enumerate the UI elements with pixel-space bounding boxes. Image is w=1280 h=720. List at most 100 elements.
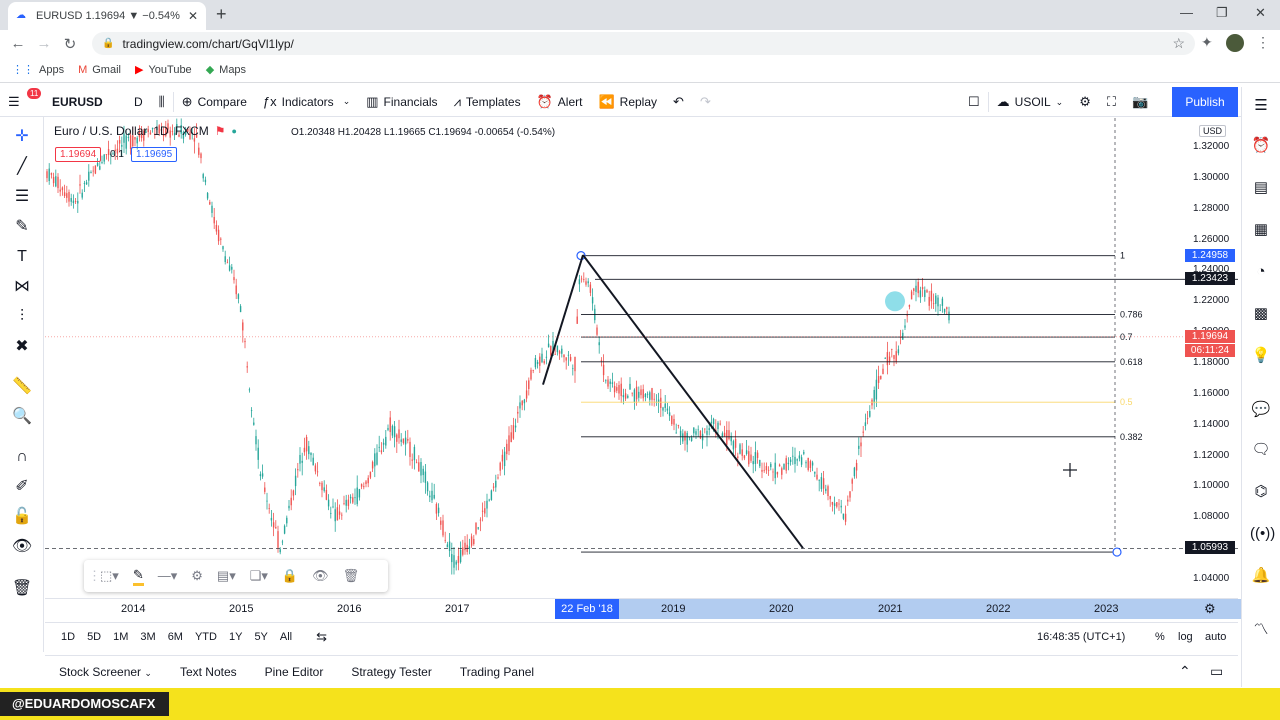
- pattern-tool-icon[interactable]: ⋈: [10, 275, 34, 299]
- trash-icon[interactable]: 🗑: [10, 577, 34, 601]
- remove-drawings-icon[interactable]: ✖: [10, 335, 34, 359]
- timeframe-3m[interactable]: 3M: [134, 631, 161, 643]
- alert-button[interactable]: ⏰ Alert: [529, 87, 591, 117]
- timeframe-1d[interactable]: 1D: [55, 631, 81, 643]
- chevron-up-icon[interactable]: ⌃: [1179, 663, 1191, 680]
- calendar-icon[interactable]: ▩: [1250, 303, 1272, 325]
- reload-icon[interactable]: ↻: [57, 35, 83, 53]
- timeframe-all[interactable]: All: [274, 631, 298, 643]
- close-tab-icon[interactable]: ✕: [188, 9, 198, 23]
- bookmark-star-icon[interactable]: ☆: [1172, 35, 1185, 52]
- brain-icon[interactable]: ⌬: [1250, 481, 1272, 503]
- clone-icon[interactable]: ❏▾: [250, 568, 268, 584]
- undo-button[interactable]: ↶: [665, 87, 692, 117]
- trend-line-down[interactable]: [582, 254, 804, 549]
- eye-icon[interactable]: 👁: [10, 535, 34, 559]
- bookmark-apps[interactable]: ⋮⋮ Apps: [12, 63, 64, 77]
- fullscreen-button[interactable]: ⛶: [1099, 87, 1124, 117]
- timeframe-6m[interactable]: 6M: [162, 631, 189, 643]
- object-tree-icon[interactable]: ▤▾: [217, 568, 236, 584]
- minimize-icon[interactable]: —: [1180, 5, 1193, 20]
- magnet-icon[interactable]: ∩: [10, 445, 34, 469]
- hotlist-icon[interactable]: ◔: [1250, 261, 1272, 283]
- currency-label[interactable]: USD: [1199, 125, 1227, 137]
- url-field[interactable]: 🔒 tradingview.com/chart/GqVl1lyp/ ☆: [92, 32, 1195, 55]
- notifications-bell-icon[interactable]: 🔔: [1250, 565, 1272, 587]
- chat-icon[interactable]: 💬: [1250, 399, 1272, 421]
- lock-drawings-icon[interactable]: 🔓: [10, 505, 34, 529]
- forward-icon[interactable]: →: [31, 35, 57, 52]
- main-menu-button[interactable]: ☰ 11: [0, 87, 44, 117]
- layout-button[interactable]: ☐: [960, 87, 988, 117]
- settings-gear-icon[interactable]: ⚙: [191, 568, 203, 584]
- fib-tool-icon[interactable]: ☰: [10, 185, 34, 209]
- brush-tool-icon[interactable]: ✎: [10, 215, 34, 239]
- maximize-panel-icon[interactable]: ▭: [1210, 663, 1223, 680]
- line-style-icon[interactable]: —▾: [158, 568, 178, 584]
- replay-button[interactable]: ⏪ Replay: [590, 87, 665, 117]
- bookmark-youtube[interactable]: ▶ YouTube: [135, 63, 192, 77]
- indicators-button[interactable]: ƒx Indicators ⌄: [255, 87, 358, 117]
- templates-button[interactable]: ⩘ Templates: [446, 87, 529, 117]
- profile-avatar[interactable]: [1226, 34, 1244, 52]
- timeframe-5y[interactable]: 5Y: [248, 631, 273, 643]
- data-window-icon[interactable]: ▦: [1250, 219, 1272, 241]
- back-icon[interactable]: ←: [5, 35, 31, 52]
- compare-symbol-select[interactable]: ☁ USOIL ⌄: [989, 87, 1072, 117]
- auto-scale-toggle[interactable]: auto: [1205, 631, 1226, 643]
- clock-display[interactable]: 16:48:35 (UTC+1): [1037, 631, 1125, 643]
- close-window-icon[interactable]: ✕: [1255, 5, 1266, 21]
- timeframe-ytd[interactable]: YTD: [189, 631, 223, 643]
- delete-drawing-icon[interactable]: 🗑: [343, 568, 360, 584]
- news-icon[interactable]: ▤: [1250, 177, 1272, 199]
- streams-icon[interactable]: 🗨: [1250, 439, 1272, 461]
- stay-in-drawing-mode-icon[interactable]: ✐: [10, 475, 34, 499]
- redo-button[interactable]: ↷: [692, 87, 719, 117]
- timeframe-1m[interactable]: 1M: [107, 631, 134, 643]
- browser-tab[interactable]: ☁ EURUSD 1.19694 ▼ −0.54% USOIL ✕: [8, 2, 206, 30]
- price-chart[interactable]: 1 0.786 0.7 0.618 0.5 0.382: [45, 118, 1238, 598]
- fib-anchor-handle[interactable]: [1112, 547, 1122, 557]
- zoom-in-icon[interactable]: 🔍: [10, 405, 34, 429]
- compare-button[interactable]: ⊕ Compare: [174, 87, 255, 117]
- tab-stock-screener[interactable]: Stock Screener ⌄: [45, 665, 166, 679]
- snapshot-button[interactable]: 📷: [1124, 87, 1156, 117]
- maximize-icon[interactable]: ❐: [1216, 5, 1228, 21]
- timeframe-1y[interactable]: 1Y: [223, 631, 248, 643]
- trend-chart-icon[interactable]: 〽: [1250, 619, 1272, 641]
- alerts-clock-icon[interactable]: ⏰: [1250, 135, 1272, 157]
- symbol-search-button[interactable]: EURUSD: [44, 87, 126, 117]
- crosshair-tool-icon[interactable]: ✛: [10, 125, 34, 149]
- sell-price-box[interactable]: 1.19694: [55, 147, 102, 162]
- template-select-icon[interactable]: ⬚▾: [100, 568, 119, 584]
- text-tool-icon[interactable]: T: [10, 245, 34, 269]
- tab-strategy-tester[interactable]: Strategy Tester: [337, 665, 445, 679]
- ideas-lightbulb-icon[interactable]: 💡: [1250, 345, 1272, 367]
- extensions-icon[interactable]: ✦: [1201, 34, 1213, 51]
- line-color-icon[interactable]: ✎: [132, 567, 144, 586]
- log-scale-toggle[interactable]: log: [1178, 631, 1193, 643]
- publish-button[interactable]: Publish: [1172, 87, 1238, 117]
- financials-button[interactable]: ▥ Financials: [358, 87, 445, 117]
- broadcast-icon[interactable]: ((•)): [1250, 523, 1275, 545]
- percent-scale-toggle[interactable]: %: [1155, 631, 1165, 643]
- bookmark-gmail[interactable]: M Gmail: [78, 64, 121, 76]
- tab-trading-panel[interactable]: Trading Panel: [446, 665, 548, 679]
- time-axis[interactable]: 22 Feb '18 ⚙ 2014 2015 2016 2017 2019 2020 202…: [45, 598, 1242, 619]
- ruler-icon[interactable]: 📏: [10, 375, 34, 399]
- axis-settings-icon[interactable]: ⚙: [1204, 601, 1216, 617]
- new-tab-icon[interactable]: +: [216, 4, 227, 25]
- tab-pine-editor[interactable]: Pine Editor: [251, 665, 338, 679]
- visibility-eye-icon[interactable]: 👁: [312, 568, 329, 584]
- bookmark-maps[interactable]: ◆ Maps: [206, 63, 246, 77]
- date-range-icon[interactable]: ⇆: [316, 629, 327, 645]
- watchlist-icon[interactable]: ☰: [1250, 95, 1272, 117]
- tab-text-notes[interactable]: Text Notes: [166, 665, 251, 679]
- chart-style-button[interactable]: ⫼: [151, 87, 173, 117]
- settings-button[interactable]: ⚙: [1071, 87, 1099, 117]
- trend-line-tool-icon[interactable]: ╱: [10, 155, 34, 179]
- interval-button[interactable]: D: [126, 87, 151, 117]
- lock-icon[interactable]: 🔒: [282, 568, 298, 584]
- buy-price-box[interactable]: 1.19695: [131, 147, 178, 162]
- browser-menu-icon[interactable]: ⋮: [1256, 34, 1270, 51]
